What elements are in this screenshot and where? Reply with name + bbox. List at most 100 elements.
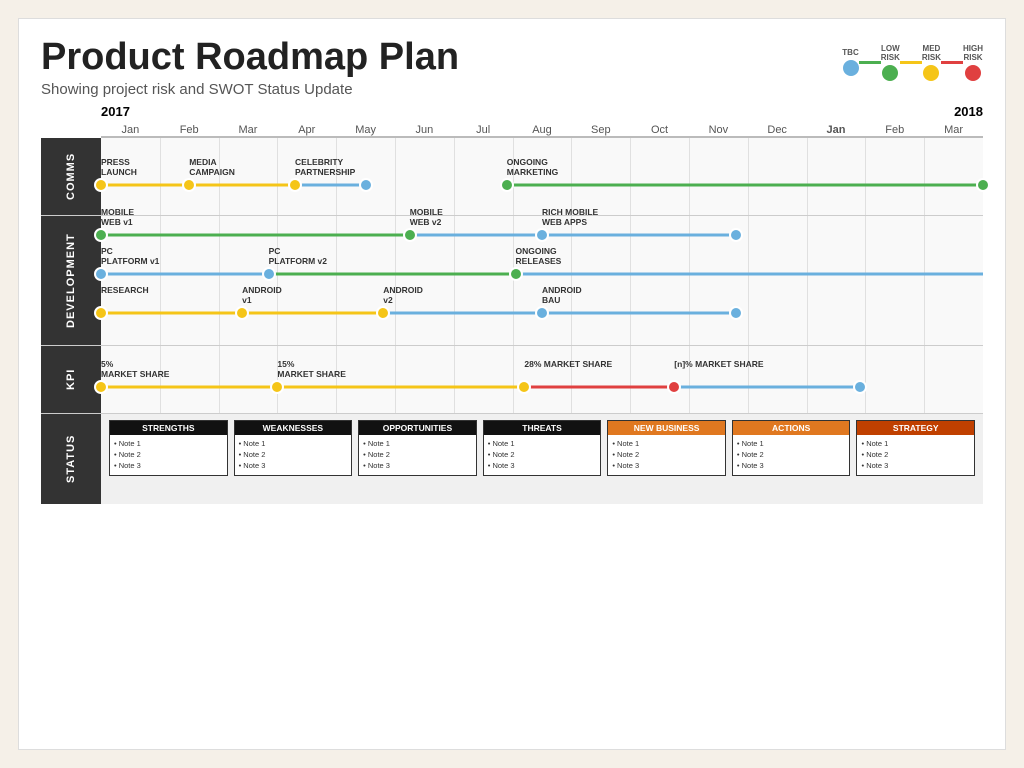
swot-note: Note 3 bbox=[861, 460, 970, 471]
swot-header-3: THREATS bbox=[484, 421, 601, 435]
gantt-dot-end-4 bbox=[509, 267, 523, 281]
gantt-line-3 bbox=[507, 183, 983, 186]
gantt-dot-start-0 bbox=[94, 228, 108, 242]
grid-line bbox=[630, 346, 631, 413]
swot-note: Note 3 bbox=[114, 460, 223, 471]
gantt-label-5: ONGOING RELEASES bbox=[516, 246, 562, 266]
gantt-line-2 bbox=[295, 183, 366, 186]
grid-line bbox=[160, 346, 161, 413]
main-title: Product Roadmap Plan bbox=[41, 37, 459, 79]
grid-line bbox=[571, 346, 572, 413]
gantt-label-9: ANDROID BAU bbox=[542, 285, 582, 305]
comms-content: PRESS LAUNCHMEDIA CAMPAIGNCELEBRITY PART… bbox=[101, 138, 983, 215]
gantt-label-0: MOBILE WEB v1 bbox=[101, 207, 134, 227]
swot-header-0: STRENGTHS bbox=[110, 421, 227, 435]
gantt-dot-start-0 bbox=[94, 380, 108, 394]
legend-dot bbox=[882, 65, 898, 81]
grid-line bbox=[748, 216, 749, 345]
dev-label: DEVELOPMENT bbox=[41, 216, 101, 345]
gantt-line-6 bbox=[101, 312, 242, 315]
swot-note: Note 1 bbox=[737, 438, 846, 449]
month-cell-0: Jan bbox=[101, 124, 160, 136]
month-cell-14: Mar bbox=[924, 124, 983, 136]
grid-line bbox=[630, 138, 631, 215]
timeline: 2017 2018 JanFebMarAprMayJunJulAugSepOct… bbox=[41, 104, 983, 138]
legend-dot bbox=[843, 60, 859, 76]
legend-connector bbox=[900, 61, 922, 64]
swot-box-4: NEW BUSINESSNote 1Note 2Note 3 bbox=[607, 420, 726, 476]
gantt-dot-end-0 bbox=[182, 178, 196, 192]
gantt-label-1: MOBILE WEB v2 bbox=[410, 207, 443, 227]
legend-label: MED RISK bbox=[922, 45, 941, 63]
gantt-line-8 bbox=[383, 312, 542, 315]
grid-line bbox=[865, 346, 866, 413]
gantt-line-2 bbox=[542, 234, 736, 237]
grid-line bbox=[807, 138, 808, 215]
gantt-dot-end-9 bbox=[729, 306, 743, 320]
grid-line bbox=[924, 346, 925, 413]
gantt-line-0 bbox=[101, 183, 189, 186]
grid-line bbox=[924, 216, 925, 345]
title-block: Product Roadmap Plan Showing project ris… bbox=[41, 37, 459, 98]
gantt-line-0 bbox=[101, 385, 277, 388]
main-container: Product Roadmap Plan Showing project ris… bbox=[18, 18, 1006, 750]
grid-line bbox=[395, 138, 396, 215]
comms-label: COMMS bbox=[41, 138, 101, 215]
swot-note: Note 1 bbox=[612, 438, 721, 449]
swot-note: Note 2 bbox=[861, 449, 970, 460]
gantt-label-0: 5% MARKET SHARE bbox=[101, 359, 169, 379]
swot-note: Note 1 bbox=[114, 438, 223, 449]
grid-line bbox=[277, 138, 278, 215]
year-row: 2017 2018 JanFebMarAprMayJunJulAugSepOct… bbox=[101, 104, 983, 136]
month-cell-5: Jun bbox=[395, 124, 454, 136]
gantt-dot-end-7 bbox=[376, 306, 390, 320]
grid-line bbox=[748, 138, 749, 215]
swot-note: Note 2 bbox=[114, 449, 223, 460]
gantt-dot-end-0 bbox=[403, 228, 417, 242]
gantt-label-6: RESEARCH bbox=[101, 285, 149, 295]
gantt-dot-end-1 bbox=[517, 380, 531, 394]
grid-line bbox=[807, 216, 808, 345]
gantt-label-4: PC PLATFORM v2 bbox=[269, 246, 327, 266]
month-cell-8: Sep bbox=[571, 124, 630, 136]
grid-line bbox=[748, 346, 749, 413]
grid-line bbox=[395, 346, 396, 413]
gantt-line-1 bbox=[410, 234, 542, 237]
swot-header-2: OPPORTUNITIES bbox=[359, 421, 476, 435]
header: Product Roadmap Plan Showing project ris… bbox=[41, 37, 983, 98]
gantt-line-9 bbox=[542, 312, 736, 315]
grid-line bbox=[924, 138, 925, 215]
legend-item-1: LOW RISK bbox=[859, 45, 900, 81]
gantt-line-3 bbox=[674, 385, 859, 388]
gantt-dot-start-3 bbox=[94, 267, 108, 281]
legend-label: TBC bbox=[842, 49, 858, 58]
swot-note: Note 3 bbox=[737, 460, 846, 471]
month-cell-13: Feb bbox=[865, 124, 924, 136]
grid-line bbox=[689, 346, 690, 413]
swot-header-5: ACTIONS bbox=[733, 421, 850, 435]
swot-body-1: Note 1Note 2Note 3 bbox=[235, 435, 352, 475]
kpi-label: KPI bbox=[41, 346, 101, 413]
gantt-dot-end-3 bbox=[853, 380, 867, 394]
month-cell-10: Nov bbox=[689, 124, 748, 136]
swot-note: Note 3 bbox=[363, 460, 472, 471]
month-cell-12: Jan bbox=[807, 124, 866, 136]
swot-box-5: ACTIONSNote 1Note 2Note 3 bbox=[732, 420, 851, 476]
dev-content: MOBILE WEB v1MOBILE WEB v2RICH MOBILE WE… bbox=[101, 216, 983, 345]
grid-line bbox=[807, 346, 808, 413]
swot-body-3: Note 1Note 2Note 3 bbox=[484, 435, 601, 475]
swot-box-0: STRENGTHS Note 1Note 2Note 3 bbox=[109, 420, 228, 476]
swot-note: Note 1 bbox=[239, 438, 348, 449]
month-cell-4: May bbox=[336, 124, 395, 136]
gantt-dot-end-2 bbox=[729, 228, 743, 242]
month-cell-11: Dec bbox=[748, 124, 807, 136]
swot-note: Note 2 bbox=[612, 449, 721, 460]
gantt-dot-start-6 bbox=[94, 306, 108, 320]
swot-body-5: Note 1Note 2Note 3 bbox=[733, 435, 850, 475]
gantt-label-2: 28% MARKET SHARE bbox=[524, 359, 612, 369]
gantt-dot-end-6 bbox=[235, 306, 249, 320]
status-content: STRENGTHSNote 1Note 2Note 3WEAKNESSESNot… bbox=[101, 414, 983, 504]
grid-line bbox=[160, 138, 161, 215]
swot-body-6: Note 1Note 2Note 3 bbox=[857, 435, 974, 475]
gantt-line-2 bbox=[524, 385, 674, 388]
